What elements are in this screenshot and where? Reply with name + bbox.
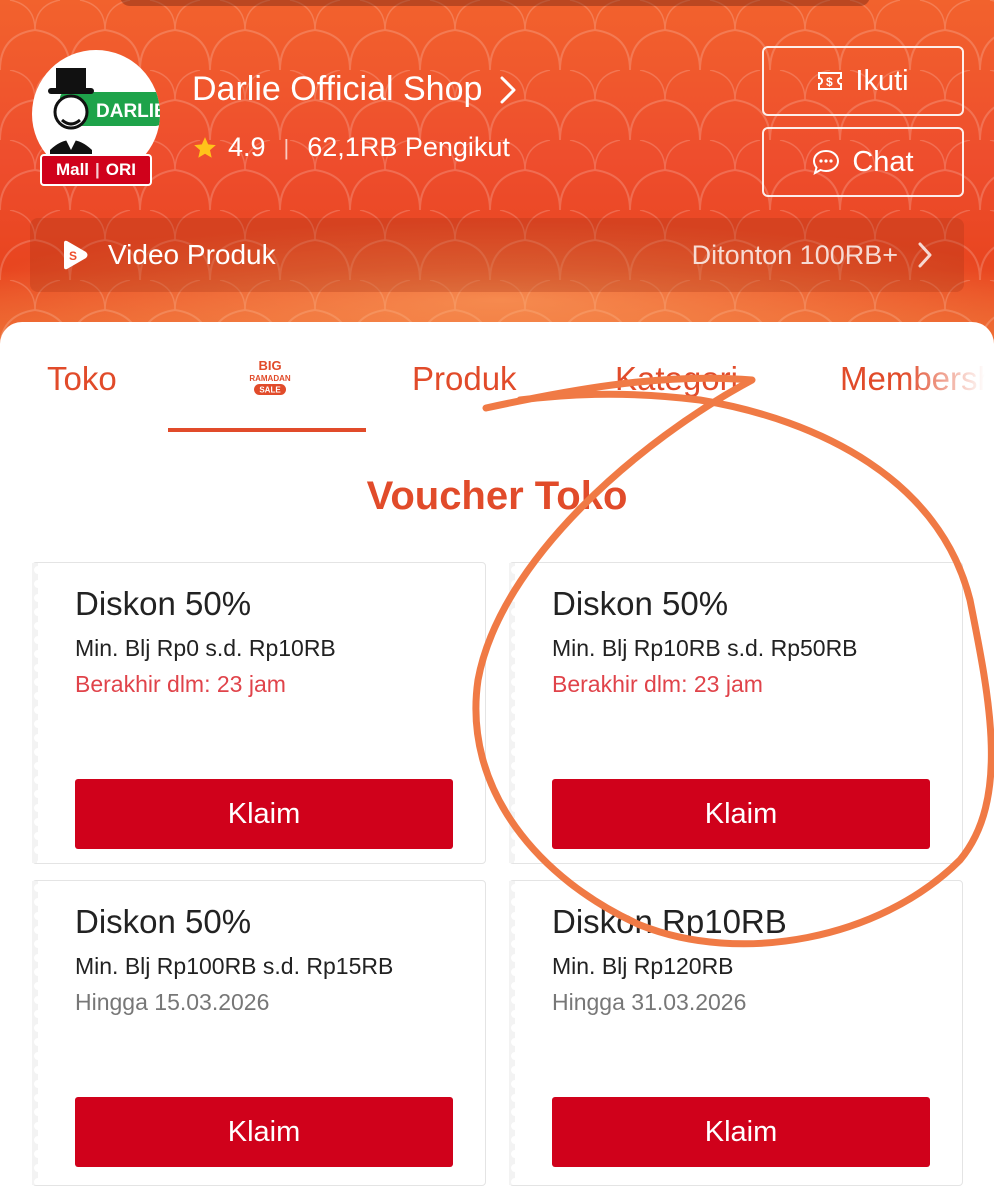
video-product-bar[interactable]: S Video Produk Ditonton 100RB+ <box>30 218 964 292</box>
voucher-card: Diskon 50% Min. Blj Rp100RB s.d. Rp15RB … <box>32 880 486 1186</box>
tabs-fade <box>904 352 994 412</box>
ticket-icon: $ <box>818 72 843 90</box>
voucher-expiry: Hingga 31.03.2026 <box>552 989 747 1015</box>
video-views: Ditonton 100RB+ <box>691 239 898 270</box>
svg-text:$: $ <box>826 75 833 89</box>
voucher-title: Diskon 50% <box>552 585 729 622</box>
shop-stats: 4.9 | 62,1RB Pengikut <box>192 132 510 163</box>
shop-rating: 4.9 <box>228 132 266 162</box>
voucher-card: Diskon 50% Min. Blj Rp0 s.d. Rp10RB Bera… <box>32 562 486 864</box>
shop-content: Toko BIG RAMADAN SALE Produk Kategori Me… <box>0 322 994 1200</box>
voucher-title: Diskon 50% <box>75 903 252 940</box>
tab-kategori[interactable]: Kategori <box>615 360 738 398</box>
ticket-edge <box>32 881 38 1185</box>
voucher-min-spend: Min. Blj Rp100RB s.d. Rp15RB <box>75 953 394 979</box>
voucher-expiry: Berakhir dlm: 23 jam <box>75 671 286 697</box>
voucher-expiry: Berakhir dlm: 23 jam <box>552 671 763 697</box>
voucher-title: Diskon Rp10RB <box>552 903 787 940</box>
voucher-min-spend: Min. Blj Rp120RB <box>552 953 734 979</box>
follow-button[interactable]: $ Ikuti <box>762 46 964 116</box>
voucher-title: Diskon 50% <box>75 585 252 622</box>
chat-button[interactable]: Chat <box>762 127 964 197</box>
ticket-scallop <box>32 881 38 1185</box>
shop-logo[interactable]: DARLIE Mall | ORI <box>32 50 160 186</box>
shop-followers: 62,1RB Pengikut <box>307 132 510 162</box>
voucher-section-title: Voucher Toko <box>366 474 628 518</box>
ori-label: ORI <box>105 160 137 179</box>
ticket-edge <box>509 881 515 1185</box>
tab-toko[interactable]: Toko <box>47 360 117 398</box>
shop-tabs: Toko BIG RAMADAN SALE Produk Kategori Me… <box>0 322 994 438</box>
shop-name: Darlie Official Shop <box>192 70 483 108</box>
voucher-expiry: Hingga 15.03.2026 <box>75 989 270 1015</box>
badge-separator: | <box>95 160 100 179</box>
svg-text:SALE: SALE <box>259 386 281 395</box>
top-search-bar-edge[interactable] <box>120 0 870 6</box>
mall-label: Mall <box>55 160 90 179</box>
svg-text:RAMADAN: RAMADAN <box>249 374 291 383</box>
svg-text:S: S <box>69 249 77 263</box>
svg-text:BIG: BIG <box>258 358 281 373</box>
ticket-edge <box>32 563 38 863</box>
tab-produk[interactable]: Produk <box>412 360 517 398</box>
voucher-card: Diskon 50% Min. Blj Rp10RB s.d. Rp50RB B… <box>509 562 963 864</box>
big-ramadan-sale-logo-icon: BIG RAMADAN SALE <box>249 358 291 395</box>
claim-button[interactable]: Klaim <box>552 1097 930 1167</box>
voucher-min-spend: Min. Blj Rp10RB s.d. Rp50RB <box>552 635 858 661</box>
ticket-scallop <box>32 563 38 863</box>
voucher-card: Diskon Rp10RB Min. Blj Rp120RB Hingga 31… <box>509 880 963 1186</box>
chevron-right-icon <box>500 76 516 103</box>
star-icon <box>194 136 216 158</box>
ticket-scallop <box>509 563 515 863</box>
shopee-video-icon: S <box>64 240 88 270</box>
shop-name-link[interactable]: Darlie Official Shop <box>192 70 518 109</box>
tab-big-ramadan-sale[interactable]: BIG RAMADAN SALE <box>240 358 300 406</box>
mall-ori-badge: Mall | ORI <box>40 154 152 186</box>
claim-button[interactable]: Klaim <box>552 779 930 849</box>
active-tab-indicator <box>168 428 366 432</box>
ticket-scallop <box>509 881 515 1185</box>
shop-header: DARLIE Mall | ORI Darlie Official Shop 4… <box>0 0 994 360</box>
stats-divider: | <box>283 134 290 160</box>
video-label: Video Produk <box>108 239 276 270</box>
voucher-min-spend: Min. Blj Rp0 s.d. Rp10RB <box>75 635 336 661</box>
chat-label: Chat <box>852 145 914 178</box>
follow-label: Ikuti <box>855 64 909 97</box>
claim-button[interactable]: Klaim <box>75 779 453 849</box>
chat-bubble-icon <box>813 149 840 175</box>
ticket-edge <box>509 563 515 863</box>
svg-text:DARLIE: DARLIE <box>96 101 160 122</box>
chevron-right-icon <box>918 242 932 268</box>
claim-button[interactable]: Klaim <box>75 1097 453 1167</box>
